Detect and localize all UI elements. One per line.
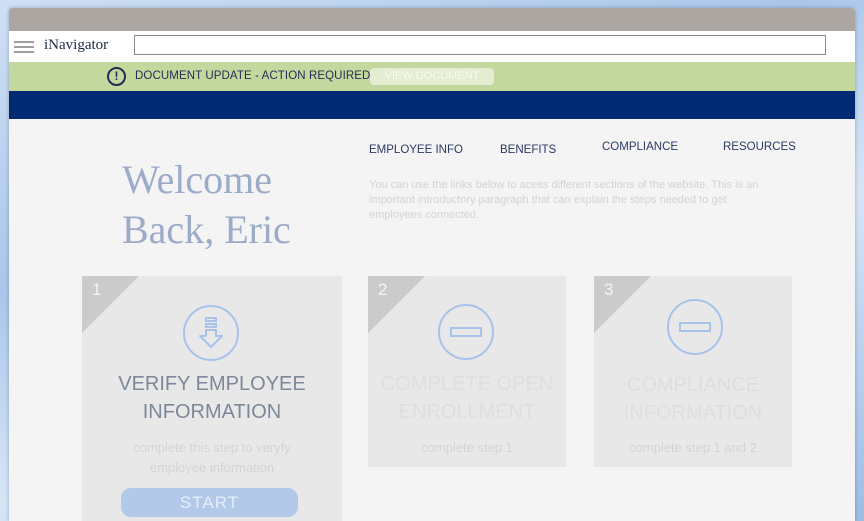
step-number: 2	[378, 280, 388, 299]
intro-paragraph: You can use the links below to acess dif…	[369, 179, 759, 221]
step-subtitle: complete step 1 and 2	[594, 438, 792, 458]
step-title-line-2: ENROLLMENT	[398, 401, 536, 423]
welcome-heading: Welcome Back, Eric	[122, 155, 362, 255]
step-title: VERIFY EMPLOYEE INFORMATION	[82, 370, 342, 426]
step-subtitle-line-2: employee information	[149, 460, 275, 475]
card-corner	[368, 276, 425, 333]
exclamation-circle-icon: !	[107, 67, 126, 86]
app-logo: iNavigator	[44, 37, 109, 53]
step-title-line-2: INFORMATION	[142, 401, 282, 423]
nav-link-resources[interactable]: RESOURCES	[723, 141, 796, 153]
download-arrow-icon	[183, 305, 239, 361]
alert-message: DOCUMENT UPDATE - ACTION REQUIRED	[135, 70, 371, 82]
step-card-open-enrollment[interactable]: 2 COMPLETE OPEN ENROLLMENT complete step…	[368, 276, 566, 467]
welcome-line-1: Welcome	[122, 157, 273, 202]
view-document-button[interactable]: VIEW DOCUMENT	[370, 68, 494, 85]
step-number: 1	[92, 280, 102, 299]
step-title-line-2: INFORMATION	[623, 402, 763, 424]
step-subtitle-line-1: complete step 1 and 2	[629, 440, 757, 455]
step-card-compliance-info[interactable]: 3 COMPLIANCE INFORMATION complete step 1…	[594, 276, 792, 467]
step-title: COMPLETE OPEN ENROLLMENT	[368, 370, 566, 426]
browser-window: iNavigator ! DOCUMENT UPDATE - ACTION RE…	[9, 8, 855, 521]
nav-link-compliance[interactable]: COMPLIANCE	[602, 141, 678, 153]
step-title-line-1: COMPLETE OPEN	[380, 373, 554, 395]
alert-bar: ! DOCUMENT UPDATE - ACTION REQUIRED VIEW…	[9, 62, 855, 91]
step-subtitle-line-1: complete this step to veryfy	[133, 440, 291, 455]
window-titlebar	[9, 8, 855, 31]
step-number: 3	[604, 280, 614, 299]
minus-circle-icon	[438, 304, 494, 360]
step-card-verify-employee[interactable]: 1 VERIFY EMPLOYEE INFORMATION complete t…	[82, 276, 342, 521]
browser-toolbar: iNavigator	[9, 31, 855, 62]
start-button[interactable]: START	[121, 488, 298, 517]
main-content: Welcome Back, Eric EMPLOYEE INFO BENEFIT…	[9, 119, 855, 521]
step-title-line-1: COMPLIANCE	[626, 374, 760, 396]
nav-link-employee-info[interactable]: EMPLOYEE INFO	[369, 144, 463, 156]
step-subtitle-line-1: complete step 1	[421, 440, 513, 455]
nav-link-benefits[interactable]: BENEFITS	[500, 144, 556, 156]
welcome-line-2: Back, Eric	[122, 207, 291, 252]
address-bar-input[interactable]	[134, 35, 826, 55]
step-title: COMPLIANCE INFORMATION	[594, 371, 792, 427]
hamburger-menu-icon[interactable]	[14, 41, 34, 53]
minus-circle-icon	[667, 299, 723, 355]
card-corner	[594, 276, 651, 333]
nav-band	[9, 91, 855, 119]
step-subtitle: complete this step to veryfy employee in…	[82, 438, 342, 478]
step-title-line-1: VERIFY EMPLOYEE	[118, 373, 306, 395]
card-corner	[82, 276, 139, 333]
step-subtitle: complete step 1	[368, 438, 566, 458]
